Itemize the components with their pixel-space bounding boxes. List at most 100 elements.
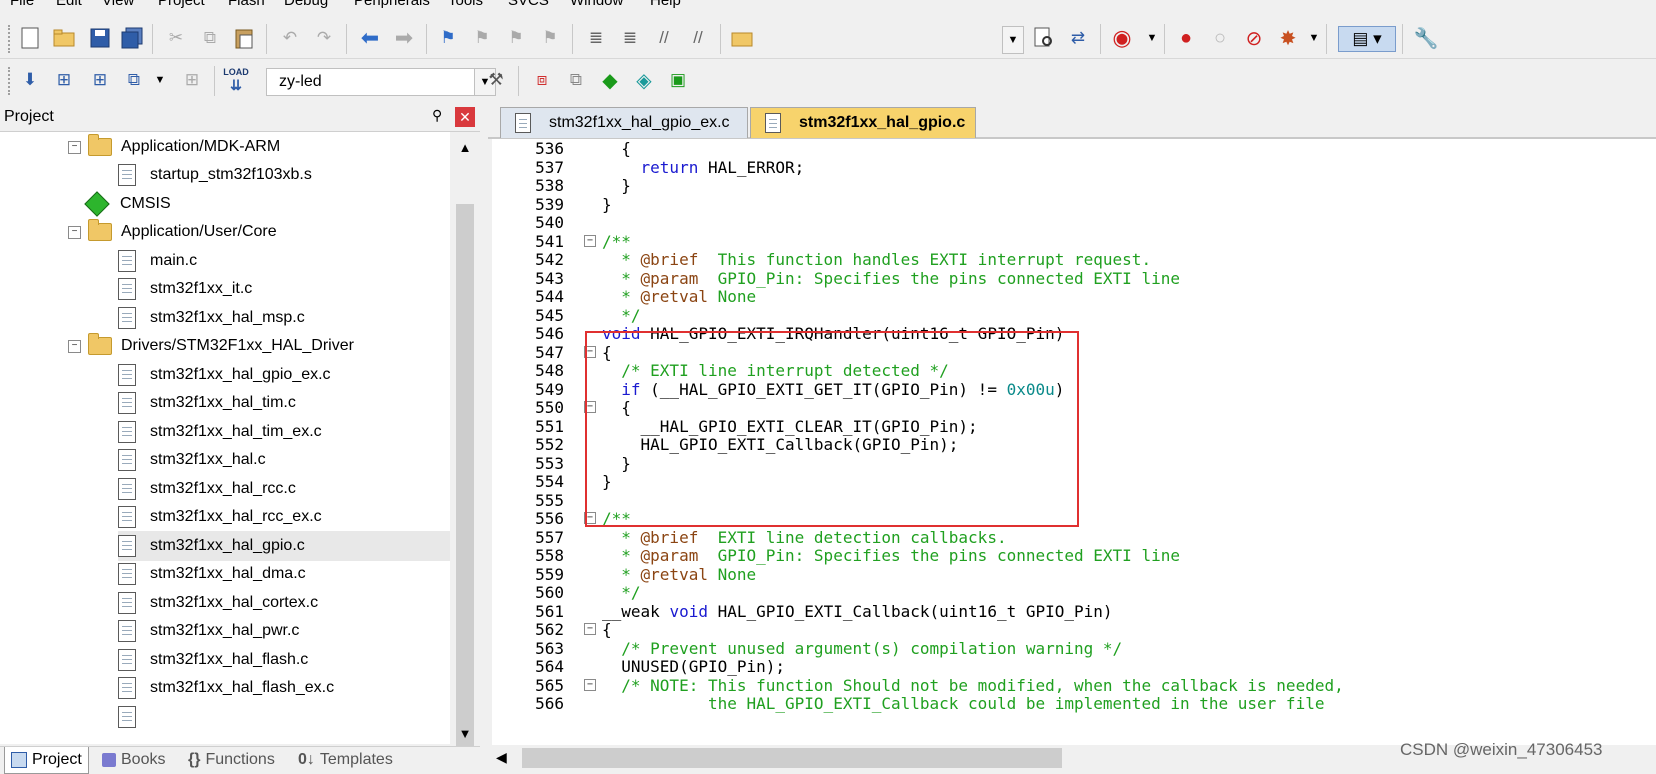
tree-file[interactable]: stm32f1xx_hal_tim.c	[118, 388, 296, 418]
code-line[interactable]: 539}	[492, 195, 1656, 215]
code-line[interactable]: 557 * @brief EXTI line detection callbac…	[492, 528, 1656, 548]
menu-project[interactable]: Project	[158, 0, 205, 9]
toolbar-grip-2[interactable]	[8, 67, 13, 95]
code-line[interactable]: 566 the HAL_GPIO_EXTI_Callback could be …	[492, 694, 1656, 714]
next-bookmark-icon[interactable]: ⚑	[504, 26, 528, 50]
fold-toggle-icon[interactable]: −	[584, 623, 596, 635]
code-line[interactable]: 540	[492, 213, 1656, 233]
tree-file[interactable]: stm32f1xx_it.c	[118, 274, 252, 304]
code-line[interactable]: 538 }	[492, 176, 1656, 196]
navigate-forward-icon[interactable]: ➡	[392, 25, 416, 50]
code-line[interactable]: 560 */	[492, 583, 1656, 603]
tree-file[interactable]: stm32f1xx_hal_flash.c	[118, 645, 308, 675]
scrollbar-thumb[interactable]	[522, 748, 1062, 768]
clear-bookmarks-icon[interactable]: ⚑	[538, 26, 562, 50]
manage-rte-icon[interactable]: ◆	[598, 68, 622, 92]
indent-icon[interactable]: ≣	[584, 26, 608, 50]
tree-file[interactable]: main.c	[118, 246, 197, 276]
new-file-icon[interactable]	[18, 26, 42, 50]
select-packs-icon[interactable]: ⧉	[564, 68, 588, 92]
target-select[interactable]: zy-led ▼	[266, 68, 496, 96]
code-line[interactable]: 559 * @retval None	[492, 565, 1656, 585]
pin-icon[interactable]: ⚲	[432, 107, 442, 124]
kill-breakpoints-icon[interactable]: ✸	[1276, 26, 1300, 50]
code-line[interactable]: 561 __weak void HAL_GPIO_EXTI_Callback(ui…	[492, 602, 1656, 622]
menu-window[interactable]: Window	[570, 0, 623, 9]
prev-bookmark-icon[interactable]: ⚑	[470, 26, 494, 50]
paste-icon[interactable]	[232, 26, 256, 50]
disable-breakpoints-icon[interactable]: ⊘	[1242, 26, 1266, 50]
save-all-icon[interactable]	[120, 26, 144, 50]
code-line[interactable]: 544 * @retval None	[492, 287, 1656, 307]
tab-books[interactable]: Books	[96, 747, 171, 773]
find-icon[interactable]	[1032, 26, 1056, 50]
menu-edit[interactable]: Edit	[56, 0, 82, 9]
batch-build-dropdown-icon[interactable]: ▼	[148, 68, 172, 92]
cut-icon[interactable]: ✂	[164, 26, 188, 50]
find-combo-arrow[interactable]: ▼	[1002, 26, 1024, 54]
find-in-files-icon[interactable]	[730, 26, 754, 50]
tree-folder-user-core[interactable]: Application/User/Core	[88, 217, 277, 247]
tree-file[interactable]: stm32f1xx_hal_msp.c	[118, 303, 305, 333]
tree-file[interactable]: stm32f1xx_hal_tim_ex.c	[118, 417, 322, 447]
scroll-up-icon[interactable]: ▲	[452, 136, 478, 158]
download-load-icon[interactable]: LOAD ⇊	[223, 67, 249, 93]
window-layout-icon[interactable]: ▤ ▾	[1338, 26, 1396, 52]
build-icon[interactable]: ⊞	[52, 68, 76, 92]
breakpoint-dropdown-icon[interactable]: ▼	[1302, 26, 1326, 50]
menu-peripherals[interactable]: Peripherals	[354, 0, 430, 9]
configure-icon[interactable]: 🔧	[1414, 26, 1439, 50]
collapse-toggle[interactable]: −	[68, 141, 81, 154]
code-line[interactable]: 562 −{	[492, 620, 1656, 640]
scroll-down-icon[interactable]: ▼	[452, 722, 478, 744]
code-line[interactable]: 541 −/**	[492, 232, 1656, 252]
code-line[interactable]: 558 * @param GPIO_Pin: Specifies the pin…	[492, 546, 1656, 566]
tree-file[interactable]: stm32f1xx_hal_cortex.c	[118, 588, 318, 618]
code-line[interactable]: 537 return HAL_ERROR;	[492, 158, 1656, 178]
stop-build-icon[interactable]: ⊞	[180, 68, 204, 92]
translate-icon[interactable]: ⬇	[18, 68, 42, 92]
code-line[interactable]: 542 * @brief This function handles EXTI …	[492, 250, 1656, 270]
scroll-left-icon[interactable]: ◀	[496, 749, 507, 766]
enable-breakpoint-icon[interactable]: ○	[1208, 26, 1232, 50]
uncomment-icon[interactable]: //	[686, 26, 710, 50]
tree-file-selected[interactable]: stm32f1xx_hal_gpio.c	[118, 531, 450, 561]
tree-file[interactable]: stm32f1xx_hal_gpio_ex.c	[118, 360, 331, 390]
rebuild-icon[interactable]: ⊞	[88, 68, 112, 92]
unindent-icon[interactable]: ≣	[618, 26, 642, 50]
tab-templates[interactable]: 0↓ Templates	[292, 747, 399, 773]
tree-file[interactable]: stm32f1xx_hal_rcc_ex.c	[118, 502, 322, 532]
redo-icon[interactable]: ↷	[312, 26, 336, 50]
debug-session-icon[interactable]: ◉	[1110, 25, 1134, 50]
project-tree-scrollbar[interactable]: ▲ ▼	[452, 132, 478, 764]
scrollbar-thumb[interactable]	[456, 204, 474, 764]
undo-icon[interactable]: ↶	[278, 26, 302, 50]
tree-file[interactable]: stm32f1xx_hal_pwr.c	[118, 616, 299, 646]
toolbar-grip[interactable]	[8, 25, 13, 53]
menu-tools[interactable]: Tools	[448, 0, 483, 9]
fold-toggle-icon[interactable]: −	[584, 678, 596, 691]
code-line[interactable]: 543 * @param GPIO_Pin: Specifies the pin…	[492, 269, 1656, 289]
collapse-toggle[interactable]: −	[68, 340, 81, 353]
batch-build-icon[interactable]: ⧉	[122, 68, 146, 92]
comment-icon[interactable]: //	[652, 26, 676, 50]
collapse-toggle[interactable]: −	[68, 226, 81, 239]
tree-file[interactable]: stm32f1xx_hal_flash_ex.c	[118, 673, 334, 703]
code-line[interactable]: 563 /* Prevent unused argument(s) compil…	[492, 639, 1656, 659]
tree-component-cmsis[interactable]: CMSIS	[84, 189, 171, 219]
navigate-back-icon[interactable]: ⬅	[358, 25, 382, 50]
tab-functions[interactable]: {} Functions	[182, 747, 281, 773]
tab-gpio[interactable]: stm32f1xx_hal_gpio.c	[750, 107, 976, 138]
code-line[interactable]: 565 − /* NOTE: This function Should not b…	[492, 676, 1656, 696]
insert-breakpoint-icon[interactable]: ●	[1174, 26, 1198, 50]
menu-help[interactable]: Help	[650, 0, 681, 9]
debug-dropdown-icon[interactable]: ▼	[1140, 26, 1164, 50]
pack-installer-icon[interactable]: ◈	[632, 68, 656, 92]
menu-svcs[interactable]: SVCS	[508, 0, 549, 9]
tree-file-partial[interactable]	[118, 702, 150, 732]
code-line[interactable]: 536 {	[492, 139, 1656, 159]
code-line[interactable]: 545 */	[492, 306, 1656, 326]
bookmark-icon[interactable]: ⚑	[436, 26, 460, 50]
tree-file[interactable]: startup_stm32f103xb.s	[118, 160, 312, 190]
open-folder-icon[interactable]	[52, 26, 76, 50]
